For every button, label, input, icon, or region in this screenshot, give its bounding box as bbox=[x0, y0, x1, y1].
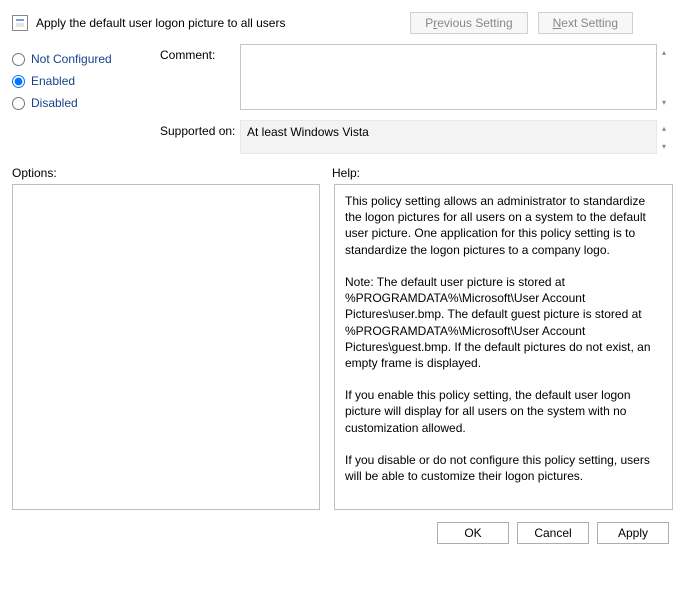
help-panel: This policy setting allows an administra… bbox=[334, 184, 673, 510]
policy-icon bbox=[12, 15, 28, 31]
comment-scrollbar[interactable]: ▴ ▾ bbox=[657, 44, 673, 110]
state-radio-group: Not Configured Enabled Disabled bbox=[12, 44, 152, 114]
dialog-footer: OK Cancel Apply bbox=[12, 510, 673, 544]
comment-label: Comment: bbox=[160, 44, 240, 62]
options-label: Options: bbox=[12, 166, 332, 180]
apply-button[interactable]: Apply bbox=[597, 522, 669, 544]
options-panel bbox=[12, 184, 320, 510]
help-label: Help: bbox=[332, 166, 360, 180]
supported-scrollbar[interactable]: ▴ ▾ bbox=[657, 120, 673, 154]
enabled-radio[interactable] bbox=[12, 75, 25, 88]
disabled-label[interactable]: Disabled bbox=[31, 96, 78, 110]
enabled-label[interactable]: Enabled bbox=[31, 74, 75, 88]
scroll-up-icon[interactable]: ▴ bbox=[657, 121, 671, 135]
cancel-button[interactable]: Cancel bbox=[517, 522, 589, 544]
not-configured-radio[interactable] bbox=[12, 53, 25, 66]
scroll-up-icon[interactable]: ▴ bbox=[657, 45, 671, 59]
supported-on-label: Supported on: bbox=[160, 120, 240, 138]
title-bar: Apply the default user logon picture to … bbox=[12, 10, 673, 44]
disabled-radio[interactable] bbox=[12, 97, 25, 110]
not-configured-label[interactable]: Not Configured bbox=[31, 52, 112, 66]
ok-button[interactable]: OK bbox=[437, 522, 509, 544]
dialog-title: Apply the default user logon picture to … bbox=[36, 16, 285, 30]
scroll-down-icon[interactable]: ▾ bbox=[657, 95, 671, 109]
next-setting-button[interactable]: Next Setting bbox=[538, 12, 633, 34]
comment-textarea[interactable] bbox=[240, 44, 657, 110]
previous-setting-button[interactable]: Previous Setting bbox=[410, 12, 527, 34]
supported-on-value: At least Windows Vista bbox=[240, 120, 657, 154]
scroll-down-icon[interactable]: ▾ bbox=[657, 139, 671, 153]
nav-buttons: Previous Setting Next Setting bbox=[410, 12, 633, 34]
